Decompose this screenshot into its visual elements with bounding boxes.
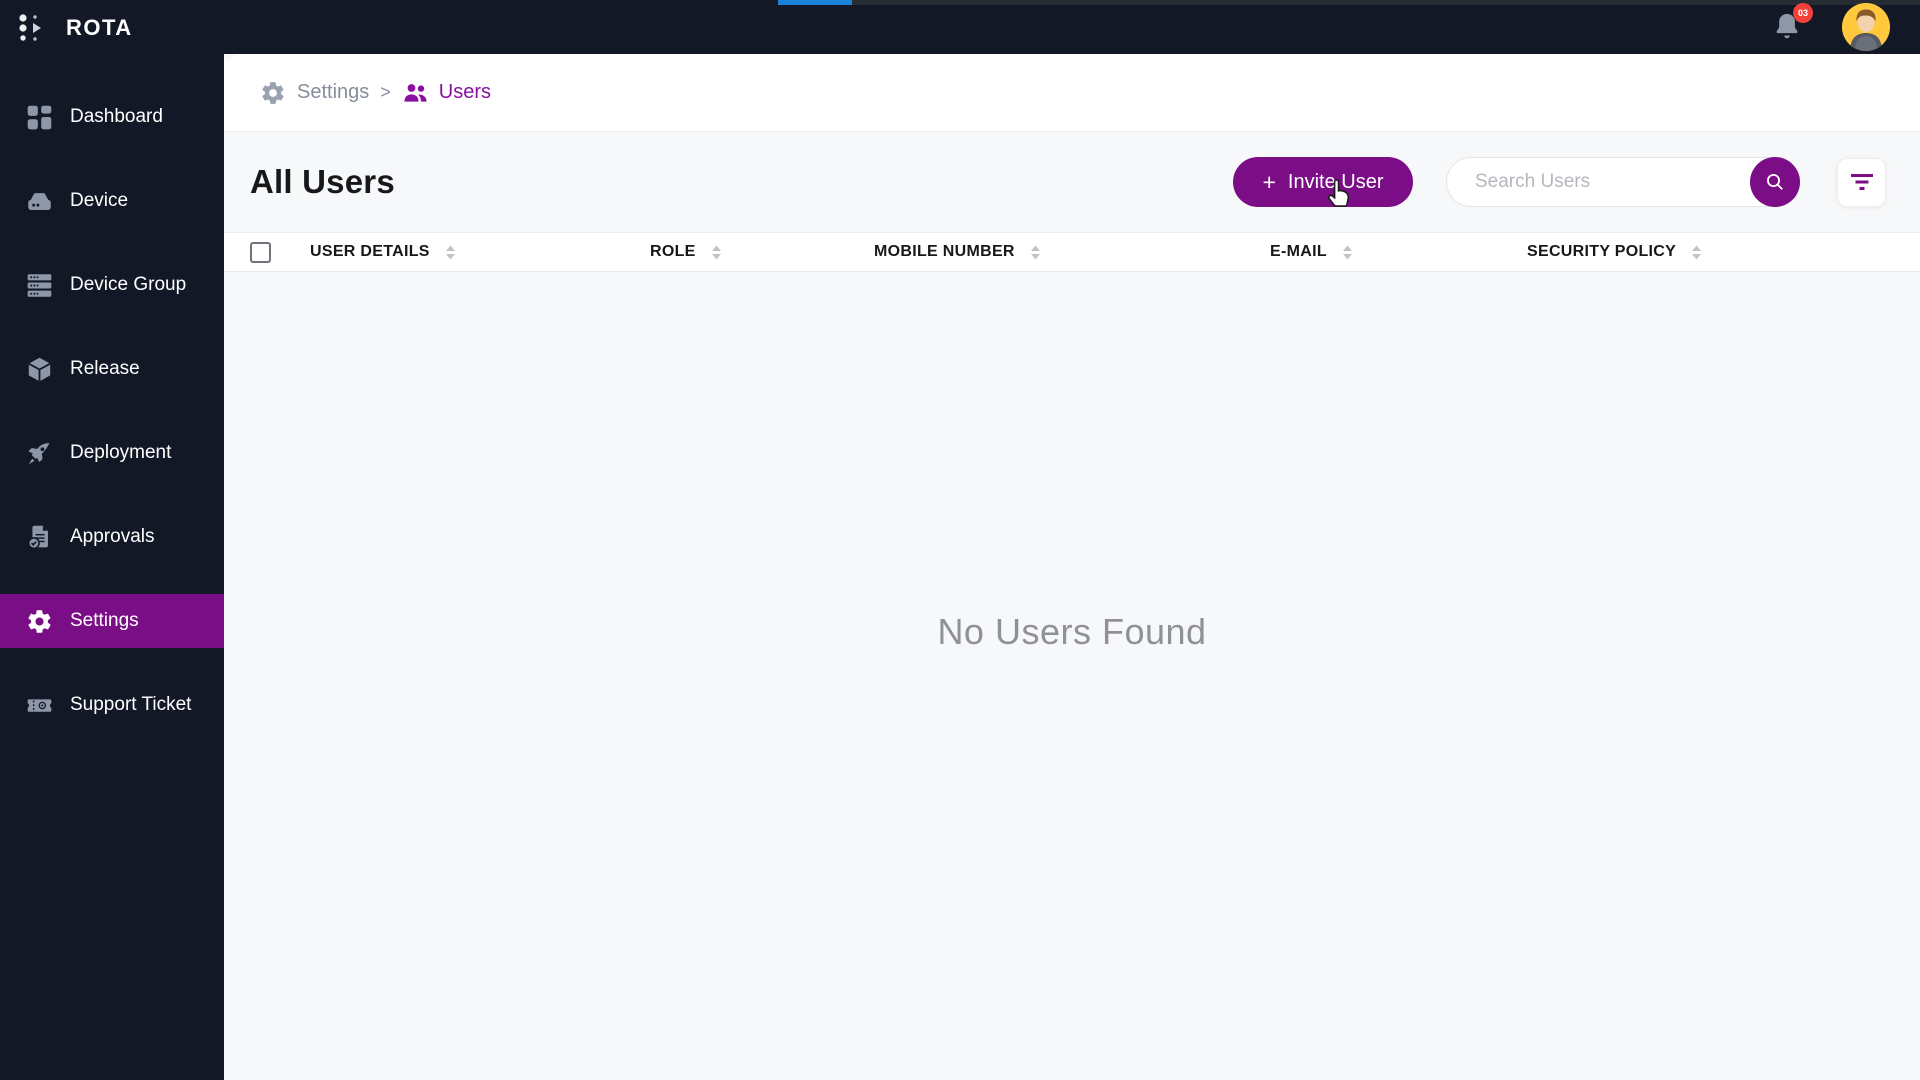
rota-logo-icon — [19, 14, 41, 41]
invite-user-label: Invite User — [1287, 170, 1384, 193]
sort-icon — [711, 245, 721, 259]
sort-icon — [1030, 245, 1040, 259]
filter-button[interactable] — [1837, 157, 1886, 207]
column-label: ROLE — [650, 243, 696, 260]
release-icon — [28, 357, 51, 381]
support-ticket-icon — [27, 698, 52, 712]
gear-icon — [262, 81, 284, 104]
user-avatar[interactable] — [1842, 3, 1890, 51]
breadcrumb-users-label: Users — [438, 81, 492, 103]
page-toolbar: All Users + Invite User — [224, 132, 1920, 232]
empty-state-message: No Users Found — [937, 611, 1207, 652]
breadcrumb-settings-link[interactable]: Settings — [260, 80, 369, 106]
sidebar-item-device[interactable]: Device — [0, 174, 224, 228]
breadcrumb-settings-label: Settings — [297, 81, 370, 103]
browser-tab-highlight — [778, 0, 852, 5]
table-body-empty-state: No Users Found — [224, 272, 1920, 1040]
approvals-icon — [27, 525, 48, 549]
sidebar-item-label: Device Group — [70, 274, 187, 295]
notifications-button[interactable]: 03 — [1772, 3, 1813, 44]
invite-user-button[interactable]: + Invite User — [1233, 157, 1413, 207]
column-header-email[interactable]: E-MAIL — [1270, 243, 1527, 261]
sidebar-item-label: Device — [70, 190, 129, 211]
users-icon — [404, 83, 427, 102]
sort-icon — [1692, 245, 1702, 259]
breadcrumb-separator: > — [380, 82, 391, 102]
filter-icon — [1850, 174, 1873, 190]
notification-badge: 03 — [1793, 3, 1813, 23]
column-label: E-MAIL — [1270, 243, 1327, 260]
sidebar-item-label: Deployment — [70, 442, 172, 463]
sidebar-item-label: Release — [70, 358, 140, 379]
users-table-header: USER DETAILS ROLE MOBILE NUMBER E-MAIL S — [224, 232, 1920, 272]
device-group-icon — [27, 273, 52, 297]
main-content: Settings > Users All Users + Invite User — [188, 50, 1920, 1080]
sidebar-item-label: Approvals — [70, 526, 155, 547]
column-header-mobile-number[interactable]: MOBILE NUMBER — [874, 243, 1270, 261]
sort-icon — [1342, 245, 1352, 259]
column-label: SECURITY POLICY — [1527, 243, 1677, 260]
dashboard-icon — [27, 105, 52, 129]
sidebar-item-label: Dashboard — [70, 106, 163, 127]
breadcrumb: Settings > Users — [188, 50, 1920, 132]
column-header-role[interactable]: ROLE — [650, 243, 874, 261]
search-users-input[interactable] — [1446, 157, 1800, 207]
breadcrumb-users-link[interactable]: Users — [402, 81, 491, 105]
sort-icon — [445, 245, 455, 259]
search-submit-button[interactable] — [1750, 157, 1800, 207]
sidebar-item-support-ticket[interactable]: Support Ticket — [0, 678, 224, 732]
sidebar-item-label: Settings — [70, 610, 139, 631]
device-icon — [28, 192, 51, 210]
column-label: USER DETAILS — [310, 243, 430, 260]
search-users — [1446, 157, 1800, 207]
sidebar: Dashboard Device Device Group Release De… — [0, 54, 224, 1080]
plus-icon: + — [1262, 168, 1276, 195]
column-header-user-details[interactable]: USER DETAILS — [310, 243, 650, 261]
browser-tabstrip-remnant — [852, 0, 1920, 5]
sidebar-item-deployment[interactable]: Deployment — [0, 426, 224, 480]
column-header-security-policy[interactable]: SECURITY POLICY — [1527, 243, 1920, 261]
avatar-illustration — [1842, 3, 1890, 51]
page-title: All Users — [250, 163, 395, 200]
select-all-checkbox[interactable] — [250, 241, 271, 263]
sidebar-item-approvals[interactable]: Approvals — [0, 510, 224, 564]
sidebar-item-dashboard[interactable]: Dashboard — [0, 90, 224, 144]
search-icon — [1767, 174, 1783, 190]
brand-name: ROTA — [66, 15, 133, 40]
column-label: MOBILE NUMBER — [874, 243, 1015, 260]
sidebar-item-settings[interactable]: Settings — [0, 594, 224, 648]
sidebar-item-device-group[interactable]: Device Group — [0, 258, 224, 312]
sidebar-item-release[interactable]: Release — [0, 342, 224, 396]
brand: ROTA — [16, 8, 133, 48]
deployment-rocket-icon — [28, 442, 50, 464]
settings-gear-icon — [28, 609, 51, 633]
sidebar-item-label: Support Ticket — [70, 694, 192, 715]
top-bar: ROTA 03 — [0, 0, 1920, 54]
